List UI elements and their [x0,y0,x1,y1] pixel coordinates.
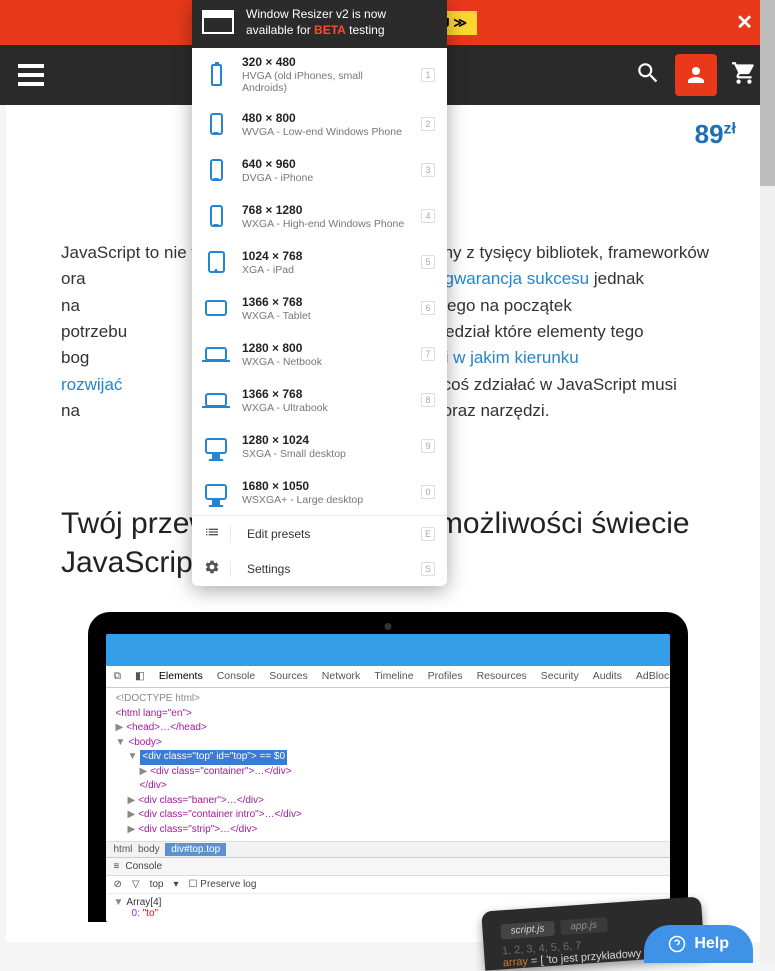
preset-shortcut: 5 [421,255,435,269]
resize-preset-1366×768[interactable]: 1366 × 768WXGA - Tablet 6 [192,285,447,331]
device-icon [204,430,228,462]
popup-header[interactable]: Window Resizer v2 is now available for B… [192,0,447,48]
preset-shortcut: 7 [421,347,435,361]
editor-tab-inactive: app.js [560,917,608,935]
preset-description: WXGA - Ultrabook [242,402,407,414]
tab-elements[interactable]: Elements [159,670,203,683]
preset-shortcut: 6 [421,301,435,315]
device-icon [204,384,228,416]
preset-shortcut: 4 [421,209,435,223]
devtools-tabs: ⧉◧ Elements Console Sources Network Time… [106,666,670,688]
list-icon [204,524,220,543]
preset-resolution: 1366 × 768 [242,295,407,309]
resize-preset-1366×768[interactable]: 1366 × 768WXGA - Ultrabook 8 [192,377,447,423]
cart-icon[interactable] [731,60,757,91]
settings-button[interactable]: Settings S [192,551,447,586]
preset-description: WXGA - Tablet [242,310,407,322]
preset-shortcut: 1 [421,68,435,82]
tab-resources[interactable]: Resources [477,670,527,683]
hamburger-menu-icon[interactable] [18,64,44,86]
preset-resolution: 480 × 800 [242,111,407,125]
window-resizer-popup: Window Resizer v2 is now available for B… [192,0,447,586]
search-icon[interactable] [635,60,661,91]
scrollbar-thumb[interactable] [760,0,775,186]
resize-preset-1680×1050[interactable]: 1680 × 1050WSXGA+ - Large desktop 0 [192,469,447,515]
device-icon [204,154,228,186]
preset-shortcut: 3 [421,163,435,177]
tab-sources[interactable]: Sources [269,670,308,683]
tab-profiles[interactable]: Profiles [428,670,463,683]
preset-resolution: 1024 × 768 [242,249,407,263]
device-icon [204,292,228,324]
preset-shortcut: 0 [421,485,435,499]
window-icon [202,10,234,34]
resize-preset-640×960[interactable]: 640 × 960DVGA - iPhone 3 [192,147,447,193]
dom-tree: <!DOCTYPE html> <html lang="en"> ▶<head>… [106,688,670,841]
resize-preset-480×800[interactable]: 480 × 800WVGA - Low-end Windows Phone 2 [192,101,447,147]
help-widget-button[interactable]: Help [644,925,753,963]
preset-shortcut: 8 [421,393,435,407]
tab-adblock[interactable]: AdBlock [636,670,670,683]
preset-description: SXGA - Small desktop [242,448,407,460]
preset-description: WSXGA+ - Large desktop [242,494,407,506]
preset-description: HVGA (old iPhones, small Androids) [242,70,407,94]
tab-timeline[interactable]: Timeline [374,670,413,683]
preset-description: WXGA - Netbook [242,356,407,368]
resize-preset-1280×800[interactable]: 1280 × 800WXGA - Netbook 7 [192,331,447,377]
preset-resolution: 1680 × 1050 [242,479,407,493]
device-icon [204,108,228,140]
device-icon [204,338,228,370]
devtools-panel: ⧉◧ Elements Console Sources Network Time… [106,666,670,922]
preset-shortcut: 2 [421,117,435,131]
preset-resolution: 1366 × 768 [242,387,407,401]
edit-presets-button[interactable]: Edit presets E [192,516,447,551]
resize-preset-1280×1024[interactable]: 1280 × 1024SXGA - Small desktop 9 [192,423,447,469]
monitor-mockup: ⧉◧ Elements Console Sources Network Time… [88,612,688,922]
preset-description: WVGA - Low-end Windows Phone [242,126,407,138]
tab-security[interactable]: Security [541,670,579,683]
device-icon [204,200,228,232]
preset-resolution: 320 × 480 [242,55,407,69]
preset-description: XGA - iPad [242,264,407,276]
device-icon [204,59,228,91]
preset-resolution: 1280 × 1024 [242,433,407,447]
user-account-button[interactable] [675,54,717,96]
tab-console[interactable]: Console [217,670,256,683]
console-drawer-label: Console [125,861,162,872]
resize-preset-1024×768[interactable]: 1024 × 768XGA - iPad 5 [192,239,447,285]
resize-preset-768×1280[interactable]: 768 × 1280WXGA - High-end Windows Phone 4 [192,193,447,239]
preset-shortcut: 9 [421,439,435,453]
tab-network[interactable]: Network [322,670,361,683]
breadcrumb: html body div#top.top [106,841,670,857]
preset-resolution: 1280 × 800 [242,341,407,355]
banner-close-button[interactable]: ✕ [736,10,753,35]
preset-resolution: 768 × 1280 [242,203,407,217]
preset-resolution: 640 × 960 [242,157,407,171]
preset-description: DVGA - iPhone [242,172,407,184]
device-icon [204,476,228,508]
browser-chrome-mock [106,634,670,666]
vertical-scrollbar[interactable] [760,0,775,963]
device-icon [204,246,228,278]
gear-icon [204,559,220,578]
tab-audits[interactable]: Audits [593,670,622,683]
preset-description: WXGA - High-end Windows Phone [242,218,407,230]
editor-tab-active: script.js [500,921,555,940]
resize-preset-320×480[interactable]: 320 × 480HVGA (old iPhones, small Androi… [192,48,447,101]
